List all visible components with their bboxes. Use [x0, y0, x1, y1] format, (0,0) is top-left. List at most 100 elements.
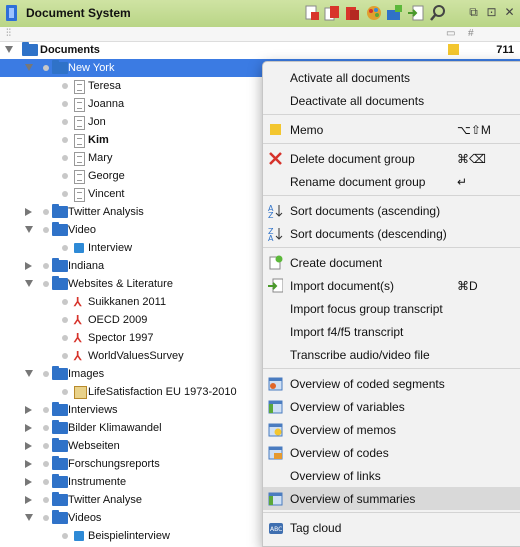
menu-separator — [263, 143, 520, 144]
activation-dot-icon[interactable] — [43, 209, 49, 215]
menu-item-label: Transcribe audio/video file — [290, 348, 430, 362]
activation-dot-icon[interactable] — [43, 443, 49, 449]
menu-item-deactivate-all-documents[interactable]: Deactivate all documents — [263, 89, 520, 112]
menu-item-memo[interactable]: Memo ⌥⇧M — [263, 118, 520, 141]
folder-icon — [52, 222, 68, 236]
activation-dot-icon[interactable] — [43, 263, 49, 269]
expand-toggle-icon[interactable] — [25, 280, 33, 287]
expand-toggle-icon[interactable] — [25, 514, 33, 521]
activation-dot-icon[interactable] — [43, 227, 49, 233]
tree-root-row[interactable]: Documents 711 — [0, 41, 520, 59]
menu-item-overview-of-memos[interactable]: Overview of memos — [263, 418, 520, 441]
activation-dot-icon[interactable] — [43, 461, 49, 467]
memo-column-header[interactable]: ▭ — [446, 28, 455, 39]
restore-icon[interactable]: ⧉ — [467, 6, 480, 19]
text-document-icon — [74, 188, 85, 202]
docs-icon[interactable] — [344, 5, 360, 21]
activation-dot-icon[interactable] — [62, 83, 68, 89]
expand-toggle-icon[interactable] — [25, 424, 32, 432]
palette-icon[interactable] — [366, 5, 382, 21]
menu-item-overview-of-summaries[interactable]: Overview of summaries — [263, 487, 520, 510]
expand-toggle-icon[interactable] — [25, 478, 32, 486]
activation-dot-icon[interactable] — [43, 497, 49, 503]
menu-item-overview-of-variables[interactable]: Overview of variables — [263, 395, 520, 418]
menu-item-label: Import document(s) — [290, 279, 395, 293]
tree-item-label: Videos — [68, 512, 102, 524]
variables-icon — [268, 400, 283, 414]
maximize-icon[interactable]: ⊡ — [485, 6, 498, 19]
menu-item-create-document[interactable]: Create document — [263, 251, 520, 274]
menu-item-sort-documents-descending[interactable]: Z A Sort documents (descending) — [263, 222, 520, 245]
tree-item-label: New York — [68, 62, 115, 74]
activation-dot-icon[interactable] — [43, 479, 49, 485]
activation-dot-icon[interactable] — [62, 317, 68, 323]
expand-toggle-icon[interactable] — [25, 262, 32, 270]
expand-toggle-icon[interactable] — [25, 460, 32, 468]
menu-item-delete-document-group[interactable]: Delete document group ⌘⌫ — [263, 147, 520, 170]
activation-dot-icon[interactable] — [62, 299, 68, 305]
activation-dot-icon[interactable] — [62, 101, 68, 107]
tree-item-label: Teresa — [88, 80, 122, 92]
activation-dot-icon[interactable] — [62, 119, 68, 125]
menu-item-rename-document-group[interactable]: Rename document group ↵ — [263, 170, 520, 193]
expand-toggle-icon[interactable] — [25, 496, 32, 504]
activation-dot-icon[interactable] — [43, 407, 49, 413]
tree-item-label: Bilder Klimawandel — [68, 422, 162, 434]
text-document-icon — [74, 170, 85, 184]
expand-toggle-icon[interactable] — [25, 370, 33, 377]
activation-dot-icon[interactable] — [43, 425, 49, 431]
menu-item-label: Import focus group transcript — [290, 302, 443, 316]
pdf-document-icon: ⅄ — [74, 349, 82, 363]
count-column-header[interactable]: # — [468, 28, 474, 39]
menu-item-overview-of-coded-segments[interactable]: Overview of coded segments — [263, 372, 520, 395]
expand-toggle-icon[interactable] — [25, 208, 32, 216]
activation-dot-icon[interactable] — [43, 371, 49, 377]
activation-dot-icon[interactable] — [62, 155, 68, 161]
expand-toggle-icon[interactable] — [25, 64, 33, 71]
menu-item-activate-all-documents[interactable]: Activate all documents — [263, 66, 520, 89]
activation-dot-icon[interactable] — [62, 137, 68, 143]
activation-dot-icon[interactable] — [43, 281, 49, 287]
copy-doc-icon[interactable] — [324, 5, 340, 21]
activation-dot-icon[interactable] — [62, 389, 68, 395]
close-icon[interactable]: ✕ — [503, 6, 516, 19]
tree-column-header[interactable]: ⫶⫶ — [6, 28, 11, 39]
menu-separator — [263, 195, 520, 196]
menu-item-shortcut: ↵ — [457, 175, 468, 189]
new-group-icon[interactable] — [386, 5, 402, 21]
text-document-icon — [74, 134, 85, 148]
expand-toggle-icon[interactable] — [25, 406, 32, 414]
import-icon[interactable] — [408, 5, 424, 21]
menu-item-import-f4-f5-transcript[interactable]: Import f4/f5 transcript — [263, 320, 520, 343]
memo-icon[interactable] — [448, 44, 459, 55]
activation-dot-icon[interactable] — [62, 173, 68, 179]
activation-dot-icon[interactable] — [43, 515, 49, 521]
menu-item-transcribe-audio-video-file[interactable]: Transcribe audio/video file — [263, 343, 520, 366]
menu-item-sort-documents-ascending[interactable]: A Z Sort documents (ascending) — [263, 199, 520, 222]
expand-toggle-icon[interactable] — [25, 226, 33, 233]
activation-dot-icon[interactable] — [62, 335, 68, 341]
menu-item-shortcut: ⌘D — [457, 279, 478, 293]
expand-toggle-icon[interactable] — [25, 442, 32, 450]
create-document-icon — [269, 255, 283, 270]
menu-item-overview-of-codes[interactable]: Overview of codes — [263, 441, 520, 464]
folder-icon — [52, 510, 68, 524]
activation-dot-icon[interactable] — [62, 353, 68, 359]
menu-item-overview-of-links[interactable]: Overview of links — [263, 464, 520, 487]
tree-item-label: George — [88, 170, 125, 182]
activation-dot-icon[interactable] — [62, 533, 68, 539]
window-title: Document System — [26, 6, 131, 20]
menu-item-label: Overview of summaries — [290, 492, 416, 506]
menu-item-import-document-s[interactable]: Import document(s) ⌘D — [263, 274, 520, 297]
menu-item-tag-cloud[interactable]: ABC Tag cloud — [263, 516, 520, 539]
tree-item-label: Indiana — [68, 260, 105, 272]
search-icon[interactable] — [430, 5, 446, 21]
activation-dot-icon[interactable] — [43, 65, 49, 71]
menu-item-import-focus-group-transcript[interactable]: Import focus group transcript — [263, 297, 520, 320]
new-doc-icon[interactable] — [304, 5, 320, 21]
expand-toggle-icon[interactable] — [5, 46, 13, 53]
activation-dot-icon[interactable] — [62, 191, 68, 197]
document-system-icon — [6, 5, 17, 21]
activation-dot-icon[interactable] — [62, 245, 68, 251]
tree-item-label: LifeSatisfaction EU 1973-2010 — [88, 386, 237, 398]
